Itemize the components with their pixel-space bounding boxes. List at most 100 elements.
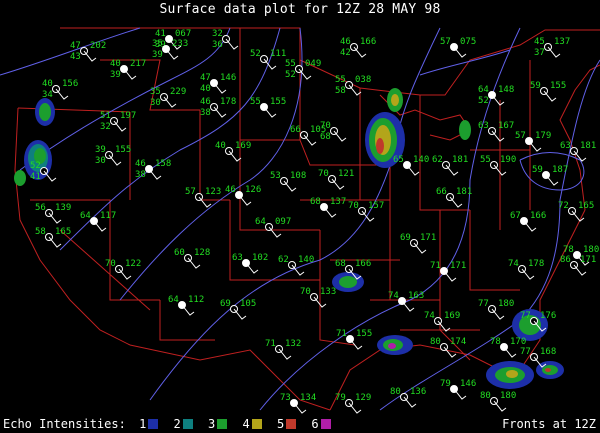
station-dewpoint: 165 [578,201,594,211]
wind-barb-icon [213,106,227,118]
map-title: Surface data plot for 12Z 28 MAY 98 [159,2,441,17]
echo-region-mid-atlantic [459,120,471,140]
wind-barb-icon [283,180,297,192]
station-plot: 4642 166 [340,37,376,58]
station-plot: 71 132 [265,339,301,360]
station-dewpoint: 171 [580,255,596,265]
legend-level-5: 5 [277,417,297,431]
station-dewpoint: 58 [335,86,346,96]
station-temperature: 57 [185,187,196,197]
station-temperature: 55 [480,155,491,165]
wind-barb-icon [165,48,179,60]
station-dewpoint: 52 [285,70,296,80]
station-temperature: 66 [436,187,447,197]
station-temperature: 70 [318,169,329,179]
wind-barb-icon [148,168,162,180]
station-plot: 4034 156 [42,79,78,100]
station-dewpoint: 171 [420,233,436,243]
station-plot: 80 174 [430,337,466,358]
station-temperature: 64 [168,295,179,305]
station-plot: 69 171 [400,233,436,254]
station-temperature: 41 [155,29,166,39]
station-dewpoint: 170 [510,337,526,347]
echo-region-pacific-northwest [35,98,55,126]
station-plot: 5558 038 [335,75,371,96]
station-dewpoint: 169 [444,311,460,321]
station-pressure: 197 [120,111,136,121]
station-plot: 55 190 [480,155,516,176]
legend-level-number: 4 [242,417,250,431]
wind-barb-icon [238,194,252,206]
wind-barb-icon [181,304,195,316]
station-temperature: 74 [388,291,399,301]
station-plot: 70 121 [318,169,354,190]
legend-level-6: 6 [311,417,331,431]
station-pressure: 202 [90,41,106,51]
station-temperature: 67 [510,211,521,221]
wind-barb-icon [491,94,505,106]
wind-barb-icon [523,220,537,232]
station-plot: 57 179 [515,131,551,152]
station-temperature: 68 [335,259,346,269]
station-plots: 4139067 32364743202 353923352 1114642166 57 0… [30,29,599,414]
station-dewpoint: 155 [356,329,372,339]
station-plot: 52 111 [250,49,286,70]
wind-barb-icon [348,402,362,414]
station-plot: 64 112 [168,295,204,316]
station-dewpoint: 171 [450,261,466,271]
station-dewpoint: 128 [194,248,210,258]
station-dewpoint: 111 [270,49,286,59]
station-dewpoint: 39 [152,50,163,60]
station-temperature: 46 [225,185,236,195]
station-dewpoint: 180 [583,245,599,255]
station-plot: 3530 229 [150,87,186,108]
station-dewpoint: 167 [498,121,514,131]
station-plot: 74 163 [388,291,424,312]
station-plot: 72 165 [558,201,594,222]
station-plot: 4537 137 [534,37,570,58]
wind-barb-icon [453,388,467,400]
station-dewpoint: 146 [460,379,476,389]
station-plot: 40 169 [215,141,251,162]
station-temperature: 73 [280,393,291,403]
station-temperature: 62 [278,255,289,265]
station-pressure: 148 [498,85,514,95]
station-dewpoint: 097 [275,217,291,227]
legend-level-number: 3 [208,417,216,431]
wind-barb-icon [278,348,292,360]
wind-barb-icon [303,134,317,146]
station-dewpoint: 139 [55,203,71,213]
station-temperature: 80 [430,337,441,347]
legend-label: Echo Intensities: [3,417,126,431]
station-temperature: 70 [348,201,359,211]
station-temperature: 79 [335,393,346,403]
wind-barb-icon [443,270,457,282]
station-plot: 59 155 [530,81,566,102]
station-dewpoint: 129 [355,393,371,403]
station-temperature: 74 [424,311,435,321]
station-temperature: 53 [270,171,281,181]
wind-barb-icon [401,300,415,312]
legend-level-number: 6 [311,417,319,431]
wind-barb-icon [547,46,561,58]
station-dewpoint: 137 [330,197,346,207]
station-temperature: 70 [300,287,311,297]
station-dewpoint: 32 [100,122,111,132]
station-temperature: 35 [150,87,161,97]
station-temperature: 56 [35,203,46,213]
station-dewpoint: 43 [70,52,81,62]
station-dewpoint: 39 [110,70,121,80]
station-temperature: 68 [310,197,321,207]
station-dewpoint: 136 [410,387,426,397]
legend-level-number: 2 [173,417,181,431]
station-temperature: 70 [105,259,116,269]
station-temperature: 79 [440,379,451,389]
station-plot: 62 181 [432,155,468,176]
station-dewpoint: 181 [452,155,468,165]
station-temperature: 55 [335,75,346,85]
station-plot: 5552 049 [285,59,321,80]
station-temperature: 40 [110,59,121,69]
wind-barb-icon [291,264,305,276]
wind-barb-icon [268,226,282,238]
station-pressure: 229 [170,87,186,97]
